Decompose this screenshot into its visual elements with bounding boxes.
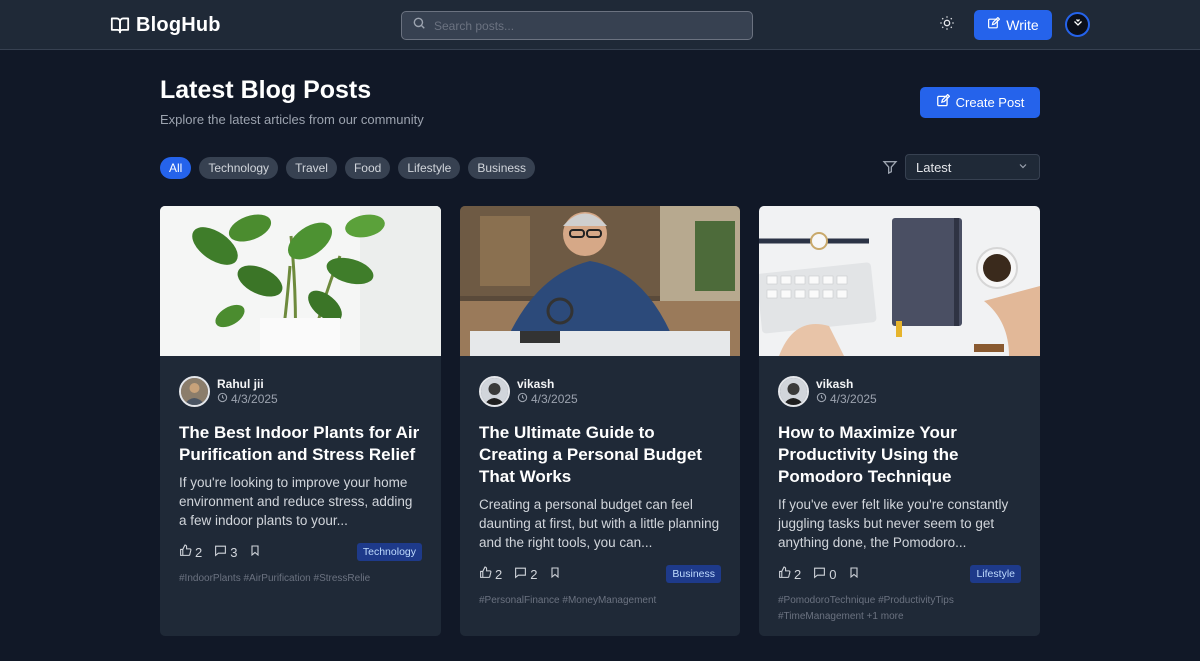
clock-icon [217,392,228,406]
sort-value: Latest [916,159,952,175]
bookmark-button[interactable] [549,566,561,582]
like-button[interactable]: 2 [778,566,801,582]
post-date: 4/3/2025 [816,392,877,406]
like-count: 2 [195,544,203,560]
post-excerpt: If you've ever felt like you're constant… [778,497,1009,550]
write-label: Write [1006,17,1039,33]
create-post-label: Create Post [955,95,1025,110]
bookmark-icon [549,566,561,582]
comment-button[interactable]: 0 [813,566,836,582]
avatar[interactable] [778,375,809,407]
comment-button[interactable]: 3 [214,544,237,560]
navbar: BlogHub Write [0,0,1200,50]
search-icon [412,16,426,35]
houseplant-image [160,206,441,356]
tags-text[interactable]: #IndoorPlants #AirPurification #StressRe… [179,573,370,584]
post-date: 4/3/2025 [517,392,578,406]
post-date-text: 4/3/2025 [830,391,877,406]
brand-logo[interactable]: BlogHub [110,13,221,37]
filter-chip-business[interactable]: Business [468,157,536,179]
tags-text[interactable]: #PersonalFinance #MoneyManagement [479,595,656,606]
category-badge[interactable]: Technology [356,543,422,561]
comment-icon [514,566,527,582]
comment-button[interactable]: 2 [514,566,537,582]
page-title: Latest Blog Posts [160,76,372,104]
author-row: vikash 4/3/2025 [778,375,1021,407]
edit-icon [987,16,1001,33]
bookmark-button[interactable] [848,566,860,582]
write-button[interactable]: Write [974,10,1052,40]
comment-count: 0 [829,566,837,582]
bookmark-icon [249,544,261,560]
post-date: 4/3/2025 [217,392,278,406]
author-name[interactable]: vikash [517,377,578,391]
bookmark-button[interactable] [249,544,261,560]
brand-name: BlogHub [136,13,221,36]
filter-chip-food[interactable]: Food [344,157,391,179]
comment-count: 2 [530,566,538,582]
comment-icon [813,566,826,582]
comment-icon [214,544,227,560]
filter-icon [882,159,898,175]
filter-chip-travel[interactable]: Travel [286,157,337,179]
post-excerpt: If you're looking to improve your home e… [179,475,413,528]
filter-chip-all[interactable]: All [160,157,192,179]
comment-count: 3 [230,544,238,560]
post-title[interactable]: The Best Indoor Plants for Air Purificat… [179,422,422,466]
card-actions: 2 3 Technology [179,542,422,562]
thumbs-up-icon [179,544,192,560]
category-badge[interactable]: Lifestyle [970,565,1021,583]
theme-toggle-button[interactable] [936,14,958,36]
post-card[interactable]: vikash 4/3/2025 How to Maximize Your Pro… [759,206,1040,636]
post-title[interactable]: The Ultimate Guide to Creating a Persona… [479,422,721,488]
book-open-icon [110,16,130,34]
chevron-down-icon [1017,160,1029,175]
tag-list: #PomodoroTechnique #ProductivityTips #Ti… [778,593,1021,625]
create-post-button[interactable]: Create Post [920,87,1040,118]
category-badge[interactable]: Business [666,565,721,583]
thumbs-up-icon [778,566,791,582]
edit-icon [936,93,950,111]
tags-text[interactable]: #PomodoroTechnique #ProductivityTips #Ti… [778,595,954,622]
filter-chip-technology[interactable]: Technology [199,157,279,179]
author-name[interactable]: Rahul jii [217,377,278,391]
filter-chip-lifestyle[interactable]: Lifestyle [398,157,461,179]
like-button[interactable]: 2 [479,566,502,582]
tag-list: #PersonalFinance #MoneyManagement [479,593,721,609]
page-subtitle: Explore the latest articles from our com… [160,112,424,127]
card-actions: 2 2 Business [479,564,721,584]
chevron-down-icon [1072,16,1084,34]
like-count: 2 [794,566,802,582]
thumbs-up-icon [479,566,492,582]
desk-workspace-image [759,206,1040,356]
search-input[interactable] [434,18,734,33]
sun-icon [939,15,955,36]
man-with-magnifier-image [460,206,740,356]
post-card[interactable]: vikash 4/3/2025 The Ultimate Guide to Cr… [460,206,740,636]
post-title[interactable]: How to Maximize Your Productivity Using … [778,422,1021,488]
user-avatar-button[interactable] [1065,12,1090,37]
search-box[interactable] [401,11,753,40]
avatar[interactable] [479,375,510,407]
like-count: 2 [495,566,503,582]
post-card[interactable]: Rahul jii 4/3/2025 The Best Indoor Plant… [160,206,441,636]
post-date-text: 4/3/2025 [531,391,578,406]
card-actions: 2 0 Lifestyle [778,564,1021,584]
tag-list: #IndoorPlants #AirPurification #StressRe… [179,571,422,587]
author-row: vikash 4/3/2025 [479,375,721,407]
author-name[interactable]: vikash [816,377,877,391]
clock-icon [517,392,528,406]
clock-icon [816,392,827,406]
like-button[interactable]: 2 [179,544,202,560]
category-filters: All Technology Travel Food Lifestyle Bus… [160,157,536,179]
avatar[interactable] [179,375,210,407]
author-row: Rahul jii 4/3/2025 [179,375,422,407]
post-excerpt: Creating a personal budget can feel daun… [479,497,720,550]
post-date-text: 4/3/2025 [231,391,278,406]
bookmark-icon [848,566,860,582]
sort-select[interactable]: Latest [905,154,1040,180]
